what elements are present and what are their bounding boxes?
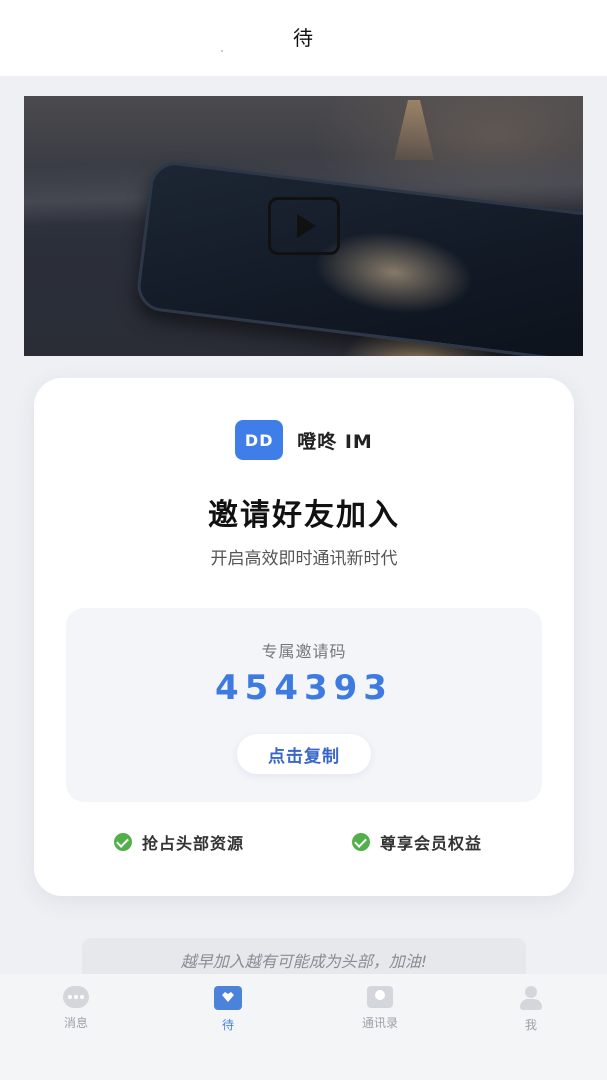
nav-item-wait[interactable]: 待 <box>178 986 278 1033</box>
check-circle-icon <box>352 833 370 851</box>
benefit-label: 尊享会员权益 <box>380 834 483 853</box>
top-header: 待 <box>0 0 607 76</box>
benefit-item: 尊享会员权益 <box>352 830 482 854</box>
brand-logo: DD <box>235 420 284 460</box>
play-triangle <box>297 214 316 238</box>
invite-card: DD 噔咚 IM 邀请好友加入 开启高效即时通讯新时代 专属邀请码 454393… <box>34 378 574 896</box>
nav-label: 待 <box>221 1018 234 1032</box>
nav-item-contacts[interactable]: 通讯录 <box>330 986 430 1031</box>
benefit-label: 抢占头部资源 <box>142 834 245 853</box>
heart-box-icon <box>214 986 242 1010</box>
app-screen: 待 DD 噔咚 IM 邀请好友加入 开启高效即时通讯新时代 专属邀请码 4543… <box>0 0 607 1080</box>
invite-subtitle: 开启高效即时通讯新时代 <box>210 549 398 569</box>
nav-label: 消息 <box>63 1016 88 1030</box>
check-circle-icon <box>114 833 132 851</box>
invite-code-box: 专属邀请码 454393 点击复制 <box>66 608 542 802</box>
page-title: 待 <box>293 25 314 50</box>
bottom-nav: 消息 待 通讯录 我 <box>0 974 607 1080</box>
message-icon <box>63 986 89 1008</box>
banner-lamp <box>394 100 434 160</box>
brand: DD 噔咚 IM <box>34 420 574 460</box>
benefits: 抢占头部资源 尊享会员权益 <box>34 830 574 856</box>
user-icon <box>518 986 544 1010</box>
nav-label: 我 <box>524 1018 537 1032</box>
invite-code-label: 专属邀请码 <box>261 642 347 661</box>
play-icon[interactable] <box>268 197 340 255</box>
header-dot <box>221 50 223 52</box>
contacts-icon <box>367 986 393 1008</box>
brand-name: 噔咚 IM <box>297 430 373 453</box>
video-banner[interactable] <box>24 96 583 356</box>
nav-item-me[interactable]: 我 <box>481 986 581 1033</box>
copy-button[interactable]: 点击复制 <box>237 734 371 774</box>
invite-title: 邀请好友加入 <box>208 498 400 533</box>
invite-code-value: 454393 <box>215 668 393 708</box>
benefit-item: 抢占头部资源 <box>114 830 244 854</box>
nav-label: 通讯录 <box>361 1016 398 1030</box>
nav-item-messages[interactable]: 消息 <box>26 986 126 1031</box>
